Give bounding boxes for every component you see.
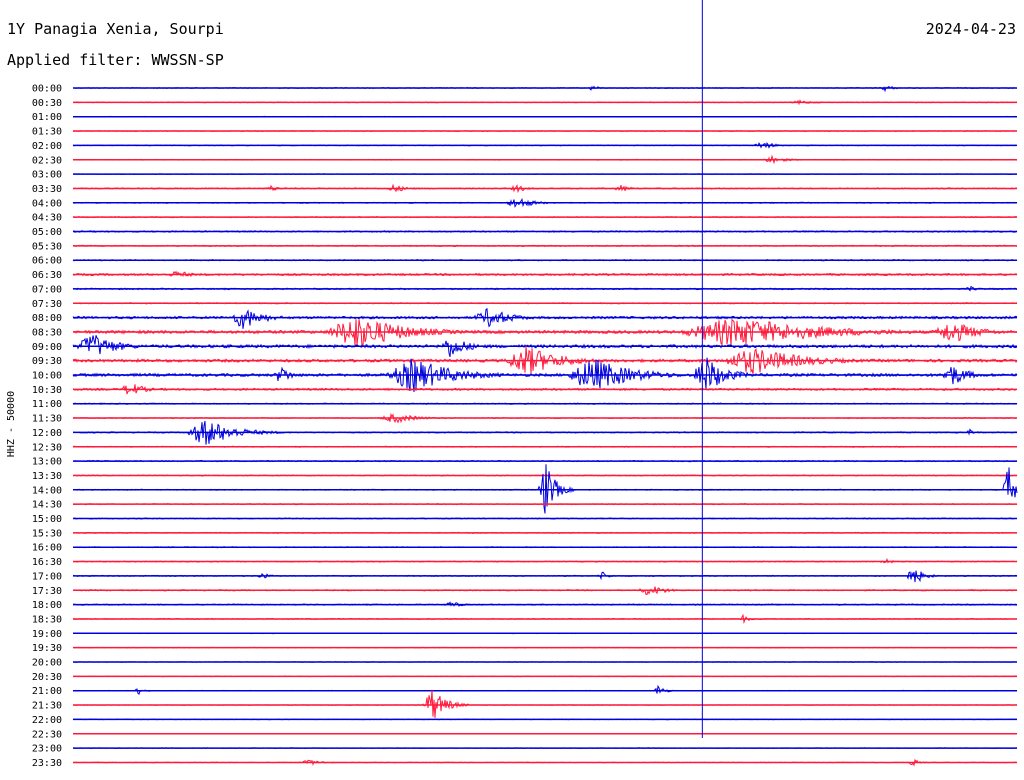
time-tick-label: 21:30 [32,701,62,712]
time-tick-label: 17:00 [32,571,62,582]
time-tick-label: 23:00 [32,744,62,755]
time-tick-label: 15:00 [32,514,62,525]
time-tick-label: 09:30 [32,356,62,367]
time-tick-label: 21:00 [32,686,62,697]
time-tick-label: 07:30 [32,299,62,310]
time-tick-label: 16:00 [32,543,62,554]
time-tick-label: 13:30 [32,471,62,482]
time-tick-label: 02:30 [32,155,62,166]
time-tick-label: 03:30 [32,184,62,195]
time-tick-label: 13:00 [32,457,62,468]
time-tick-label: 01:00 [32,112,62,123]
y-axis-label: HHZ - 50000 [6,391,17,457]
time-tick-label: 12:30 [32,442,62,453]
time-tick-label: 14:30 [32,500,62,511]
time-tick-label: 00:30 [32,98,62,109]
time-tick-label: 18:30 [32,614,62,625]
time-tick-label: 04:30 [32,213,62,224]
time-tick-label: 01:30 [32,127,62,138]
trace-row [72,464,1018,514]
time-tick-label: 18:00 [32,600,62,611]
time-tick-label: 20:30 [32,672,62,683]
time-tick-label: 14:00 [32,485,62,496]
time-tick-label: 12:00 [32,428,62,439]
time-tick-label: 03:00 [32,170,62,181]
time-tick-label: 22:00 [32,715,62,726]
time-tick-label: 16:30 [32,557,62,568]
time-tick-label: 23:30 [32,758,62,769]
time-tick-label: 05:30 [32,241,62,252]
time-tick-label: 05:00 [32,227,62,238]
helicorder-plot: 00:00 00:30 01:00 01:30 02:00 02:30 03:00 03:30… [6,0,1018,769]
time-tick-group: 00:00 00:30 01:00 01:30 02:00 02:30 03:00 03:30… [32,84,62,769]
time-tick-label: 19:30 [32,643,62,654]
time-tick-label: 08:00 [32,313,62,324]
time-tick-label: 19:00 [32,629,62,640]
time-tick-label: 15:30 [32,528,62,539]
time-tick-label: 06:00 [32,256,62,267]
time-tick-label: 06:30 [32,270,62,281]
time-tick-label: 11:30 [32,414,62,425]
trace-row [72,318,1018,348]
time-tick-label: 10:30 [32,385,62,396]
time-tick-label: 02:00 [32,141,62,152]
trace-row [72,308,1018,329]
time-tick-label: 11:00 [32,399,62,410]
time-tick-label: 20:00 [32,658,62,669]
time-tick-label: 04:00 [32,198,62,209]
time-tick-label: 07:00 [32,284,62,295]
time-tick-label: 00:00 [32,84,62,95]
time-tick-label: 08:30 [32,327,62,338]
time-tick-label: 09:00 [32,342,62,353]
trace-group [72,85,1018,767]
time-tick-label: 10:00 [32,371,62,382]
trace-row [72,689,1018,718]
time-tick-label: 17:30 [32,586,62,597]
time-tick-label: 22:30 [32,729,62,740]
